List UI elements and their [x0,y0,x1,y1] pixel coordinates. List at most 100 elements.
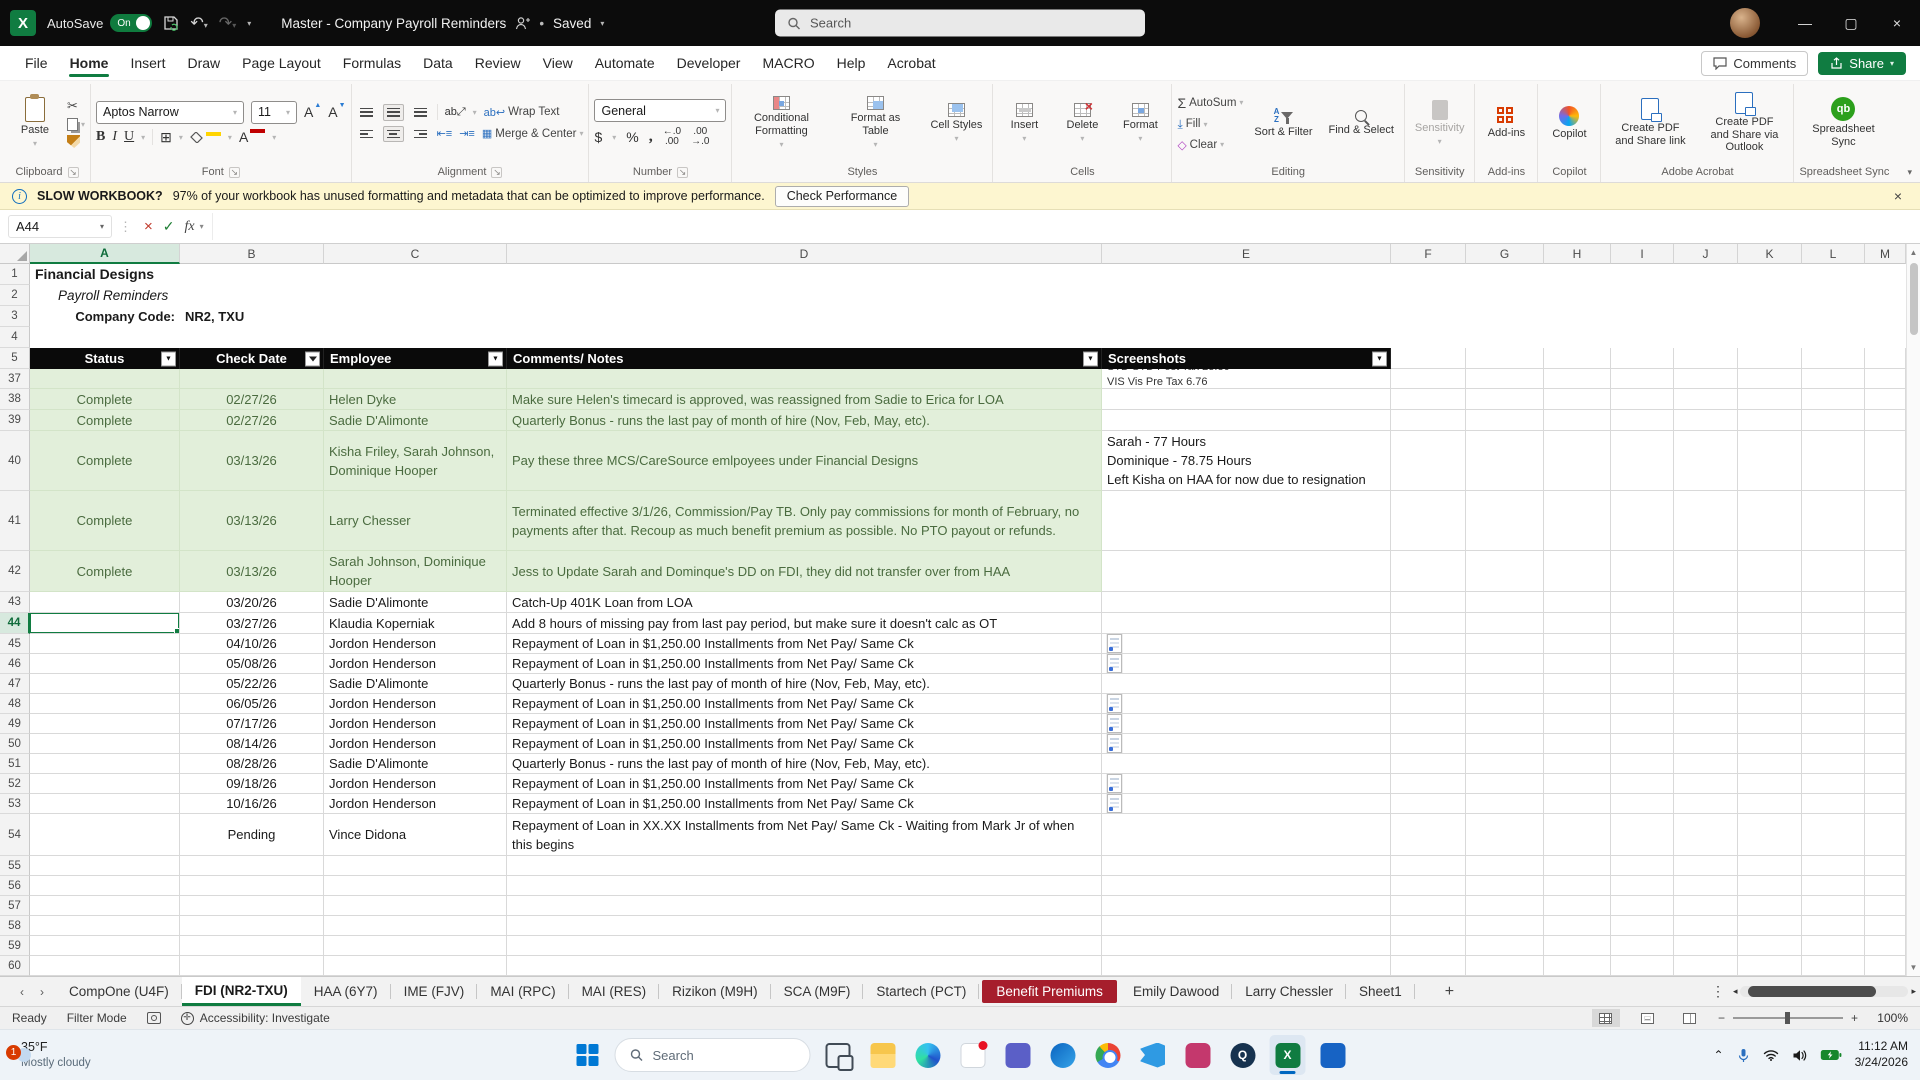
cell-D57[interactable] [507,896,1102,916]
cell-I45[interactable] [1611,634,1674,654]
cell-F60[interactable] [1391,956,1466,976]
cell-I56[interactable] [1611,876,1674,896]
row-header-4[interactable]: 4 [0,327,30,348]
cell-C3[interactable] [324,306,1906,327]
row-header-47[interactable]: 47 [0,674,30,694]
row-header-39[interactable]: 39 [0,410,30,431]
cell-E42[interactable] [1102,551,1391,592]
cell-C50[interactable]: Jordon Henderson [324,734,507,754]
merge-center-button[interactable]: ▦Merge & Center▾ [482,127,584,140]
cell-C58[interactable] [324,916,507,936]
cell-K51[interactable] [1738,754,1802,774]
cell-D45[interactable]: Repayment of Loan in $1,250.00 Installme… [507,634,1102,654]
sheet-tab-benefit-premiums[interactable]: Benefit Premiums [982,980,1117,1003]
cell-F47[interactable] [1391,674,1466,694]
cell-J42[interactable] [1674,551,1738,592]
cell-C48[interactable]: Jordon Henderson [324,694,507,714]
vertical-scroll-thumb[interactable] [1910,263,1918,335]
insert-cells-button[interactable]: Insert▾ [998,101,1050,145]
align-middle-button[interactable] [383,104,404,121]
cell-J59[interactable] [1674,936,1738,956]
sheet-tab-mai-rpc[interactable]: MAI (RPC) [477,977,568,1006]
cell-G51[interactable] [1466,754,1544,774]
cell-L41[interactable] [1802,491,1865,551]
cell-G58[interactable] [1466,916,1544,936]
cell-I55[interactable] [1611,856,1674,876]
cell-C37[interactable] [324,369,507,389]
cell-B50[interactable]: 08/14/26 [180,734,324,754]
cell-H48[interactable] [1544,694,1611,714]
dismiss-banner-icon[interactable]: × [1888,188,1908,204]
row-header-50[interactable]: 50 [0,734,30,754]
cell-F42[interactable] [1391,551,1466,592]
cell-D58[interactable] [507,916,1102,936]
align-left-button[interactable] [357,127,376,142]
cell-I40[interactable] [1611,431,1674,491]
cell-C52[interactable]: Jordon Henderson [324,774,507,794]
column-header-L[interactable]: L [1802,244,1865,264]
weather-widget[interactable]: 1 35°FMostly cloudy [12,1040,91,1070]
row-header-51[interactable]: 51 [0,754,30,774]
cell-D55[interactable] [507,856,1102,876]
cell-F41[interactable] [1391,491,1466,551]
wrap-text-button[interactable]: ab↩Wrap Text [484,106,560,119]
cell-J45[interactable] [1674,634,1738,654]
cell-E59[interactable] [1102,936,1391,956]
cell-C49[interactable]: Jordon Henderson [324,714,507,734]
cell-I53[interactable] [1611,794,1674,814]
row-header-5[interactable]: 5 [0,348,30,369]
sheet-tab-larry-chessler[interactable]: Larry Chessler [1232,977,1346,1006]
cell-G5[interactable] [1466,348,1544,369]
cell-K60[interactable] [1738,956,1802,976]
title-search-box[interactable]: Search [775,10,1145,37]
cell-K52[interactable] [1738,774,1802,794]
cell-I50[interactable] [1611,734,1674,754]
sheet-tab-rizikon[interactable]: Rizikon (M9H) [659,977,771,1006]
normal-view-button[interactable] [1592,1009,1620,1027]
cell-C51[interactable]: Sadie D'Alimonte [324,754,507,774]
cell-C57[interactable] [324,896,507,916]
sheet-tab-emily-dawood[interactable]: Emily Dawood [1120,977,1232,1006]
cell-M45[interactable] [1865,634,1906,654]
page-break-view-button[interactable] [1676,1009,1704,1027]
cell-D52[interactable]: Repayment of Loan in $1,250.00 Installme… [507,774,1102,794]
cell-L46[interactable] [1802,654,1865,674]
cell-K38[interactable] [1738,389,1802,410]
cell-H56[interactable] [1544,876,1611,896]
cell-J5[interactable] [1674,348,1738,369]
cell-E45[interactable] [1102,634,1391,654]
cell-J41[interactable] [1674,491,1738,551]
cell-C43[interactable]: Sadie D'Alimonte [324,592,507,613]
cell-I44[interactable] [1611,613,1674,634]
cell-K56[interactable] [1738,876,1802,896]
filter-dropdown-icon[interactable]: ▼ [161,351,176,366]
sheet-tab-ime[interactable]: IME (FJV) [391,977,478,1006]
insert-function-icon[interactable]: fx [180,219,200,235]
cell-D42[interactable]: Jess to Update Sarah and Dominque's DD o… [507,551,1102,592]
cell-H55[interactable] [1544,856,1611,876]
cell-A41[interactable]: Complete [30,491,180,551]
sheet-tab-startech[interactable]: Startech (PCT) [863,977,979,1006]
cell-C47[interactable]: Sadie D'Alimonte [324,674,507,694]
cell-E53[interactable] [1102,794,1391,814]
redo-icon[interactable]: ↷▾ [219,13,236,33]
cell-C46[interactable]: Jordon Henderson [324,654,507,674]
cell-E43[interactable] [1102,592,1391,613]
cell-H50[interactable] [1544,734,1611,754]
cell-L56[interactable] [1802,876,1865,896]
cell-E44[interactable] [1102,613,1391,634]
sort-filter-button[interactable]: AZSort & Filter [1249,106,1317,141]
cell-K5[interactable] [1738,348,1802,369]
cell-M51[interactable] [1865,754,1906,774]
accounting-format-button[interactable]: $ [594,129,602,145]
cell-B49[interactable]: 07/17/26 [180,714,324,734]
row-header-38[interactable]: 38 [0,389,30,410]
column-header-B[interactable]: B [180,244,324,264]
cell-G52[interactable] [1466,774,1544,794]
cell-B45[interactable]: 04/10/26 [180,634,324,654]
cell-L53[interactable] [1802,794,1865,814]
cell-E55[interactable] [1102,856,1391,876]
tab-developer[interactable]: Developer [666,48,752,78]
tab-formulas[interactable]: Formulas [332,48,412,78]
comma-style-button[interactable]: , [649,128,653,146]
